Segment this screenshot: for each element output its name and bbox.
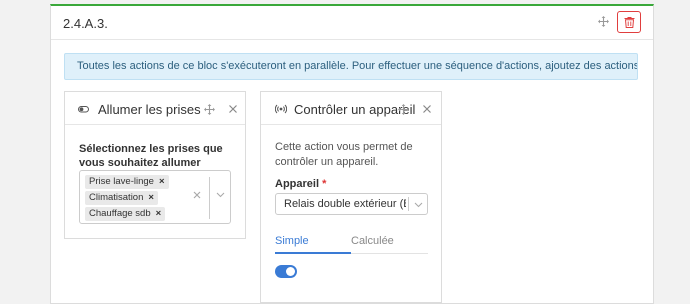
- chevron-down-icon[interactable]: [414, 202, 423, 208]
- delete-block-button[interactable]: [617, 11, 641, 33]
- toggle-switch-icon: [78, 104, 89, 114]
- block-header: 2.4.A.3.: [51, 6, 653, 40]
- required-mark: *: [322, 178, 327, 190]
- device-field-label: Appareil *: [275, 177, 326, 191]
- select-divider: [408, 197, 409, 211]
- active-tab-indicator: [275, 252, 351, 254]
- select-divider: [209, 177, 210, 219]
- device-select[interactable]: Relais double extérieur (Born...: [275, 193, 428, 215]
- card-title: Allumer les prises: [98, 102, 201, 117]
- mode-tabs: Simple Calculée: [275, 229, 428, 254]
- selected-tag: Chauffage sdb ×: [85, 207, 166, 221]
- action-block: 2.4.A.3. Toutes les actions de ce bloc s…: [50, 4, 654, 304]
- tab-calculated[interactable]: Calculée: [351, 235, 394, 247]
- trash-icon: [624, 16, 635, 28]
- move-icon[interactable]: [204, 104, 215, 115]
- tag-remove-icon[interactable]: ×: [159, 176, 165, 187]
- tag-label: Prise lave-linge: [89, 176, 154, 187]
- card-header: Contrôler un appareil: [261, 92, 441, 125]
- plugs-field-label: Sélectionnez les prises que vous souhait…: [79, 143, 223, 169]
- broadcast-icon: [275, 103, 287, 115]
- device-state-toggle[interactable]: [275, 265, 297, 278]
- clear-icon[interactable]: [193, 191, 201, 199]
- tag-remove-icon[interactable]: ×: [156, 208, 162, 219]
- selected-tag: Prise lave-linge ×: [85, 175, 169, 189]
- selected-tag: Climatisation ×: [85, 191, 158, 205]
- plugs-multi-select[interactable]: Prise lave-linge × Climatisation × Chauffa…: [79, 170, 231, 224]
- device-label-text: Appareil: [275, 178, 320, 190]
- tab-simple[interactable]: Simple: [275, 235, 309, 247]
- tag-remove-icon[interactable]: ×: [148, 192, 154, 203]
- device-select-value: Relais double extérieur (Born...: [284, 198, 406, 210]
- card-header: Allumer les prises: [65, 92, 245, 125]
- action-card-control-device: Contrôler un appareil Cette action vous …: [260, 91, 442, 303]
- block-title: 2.4.A.3.: [63, 16, 108, 31]
- action-description: Cette action vous permet de contrôler un…: [275, 141, 413, 168]
- close-icon[interactable]: [228, 104, 238, 114]
- toggle-knob: [286, 267, 295, 276]
- move-icon[interactable]: [598, 16, 609, 27]
- chevron-down-icon[interactable]: [216, 192, 225, 198]
- tag-label: Chauffage sdb: [89, 208, 151, 219]
- tag-label: Climatisation: [89, 192, 144, 203]
- parallel-info-banner: Toutes les actions de ce bloc s'exécuter…: [64, 53, 638, 80]
- close-icon[interactable]: [422, 104, 432, 114]
- action-card-turn-on-plugs: Allumer les prises Sélectionnez les pris…: [64, 91, 246, 239]
- move-icon[interactable]: [398, 104, 409, 115]
